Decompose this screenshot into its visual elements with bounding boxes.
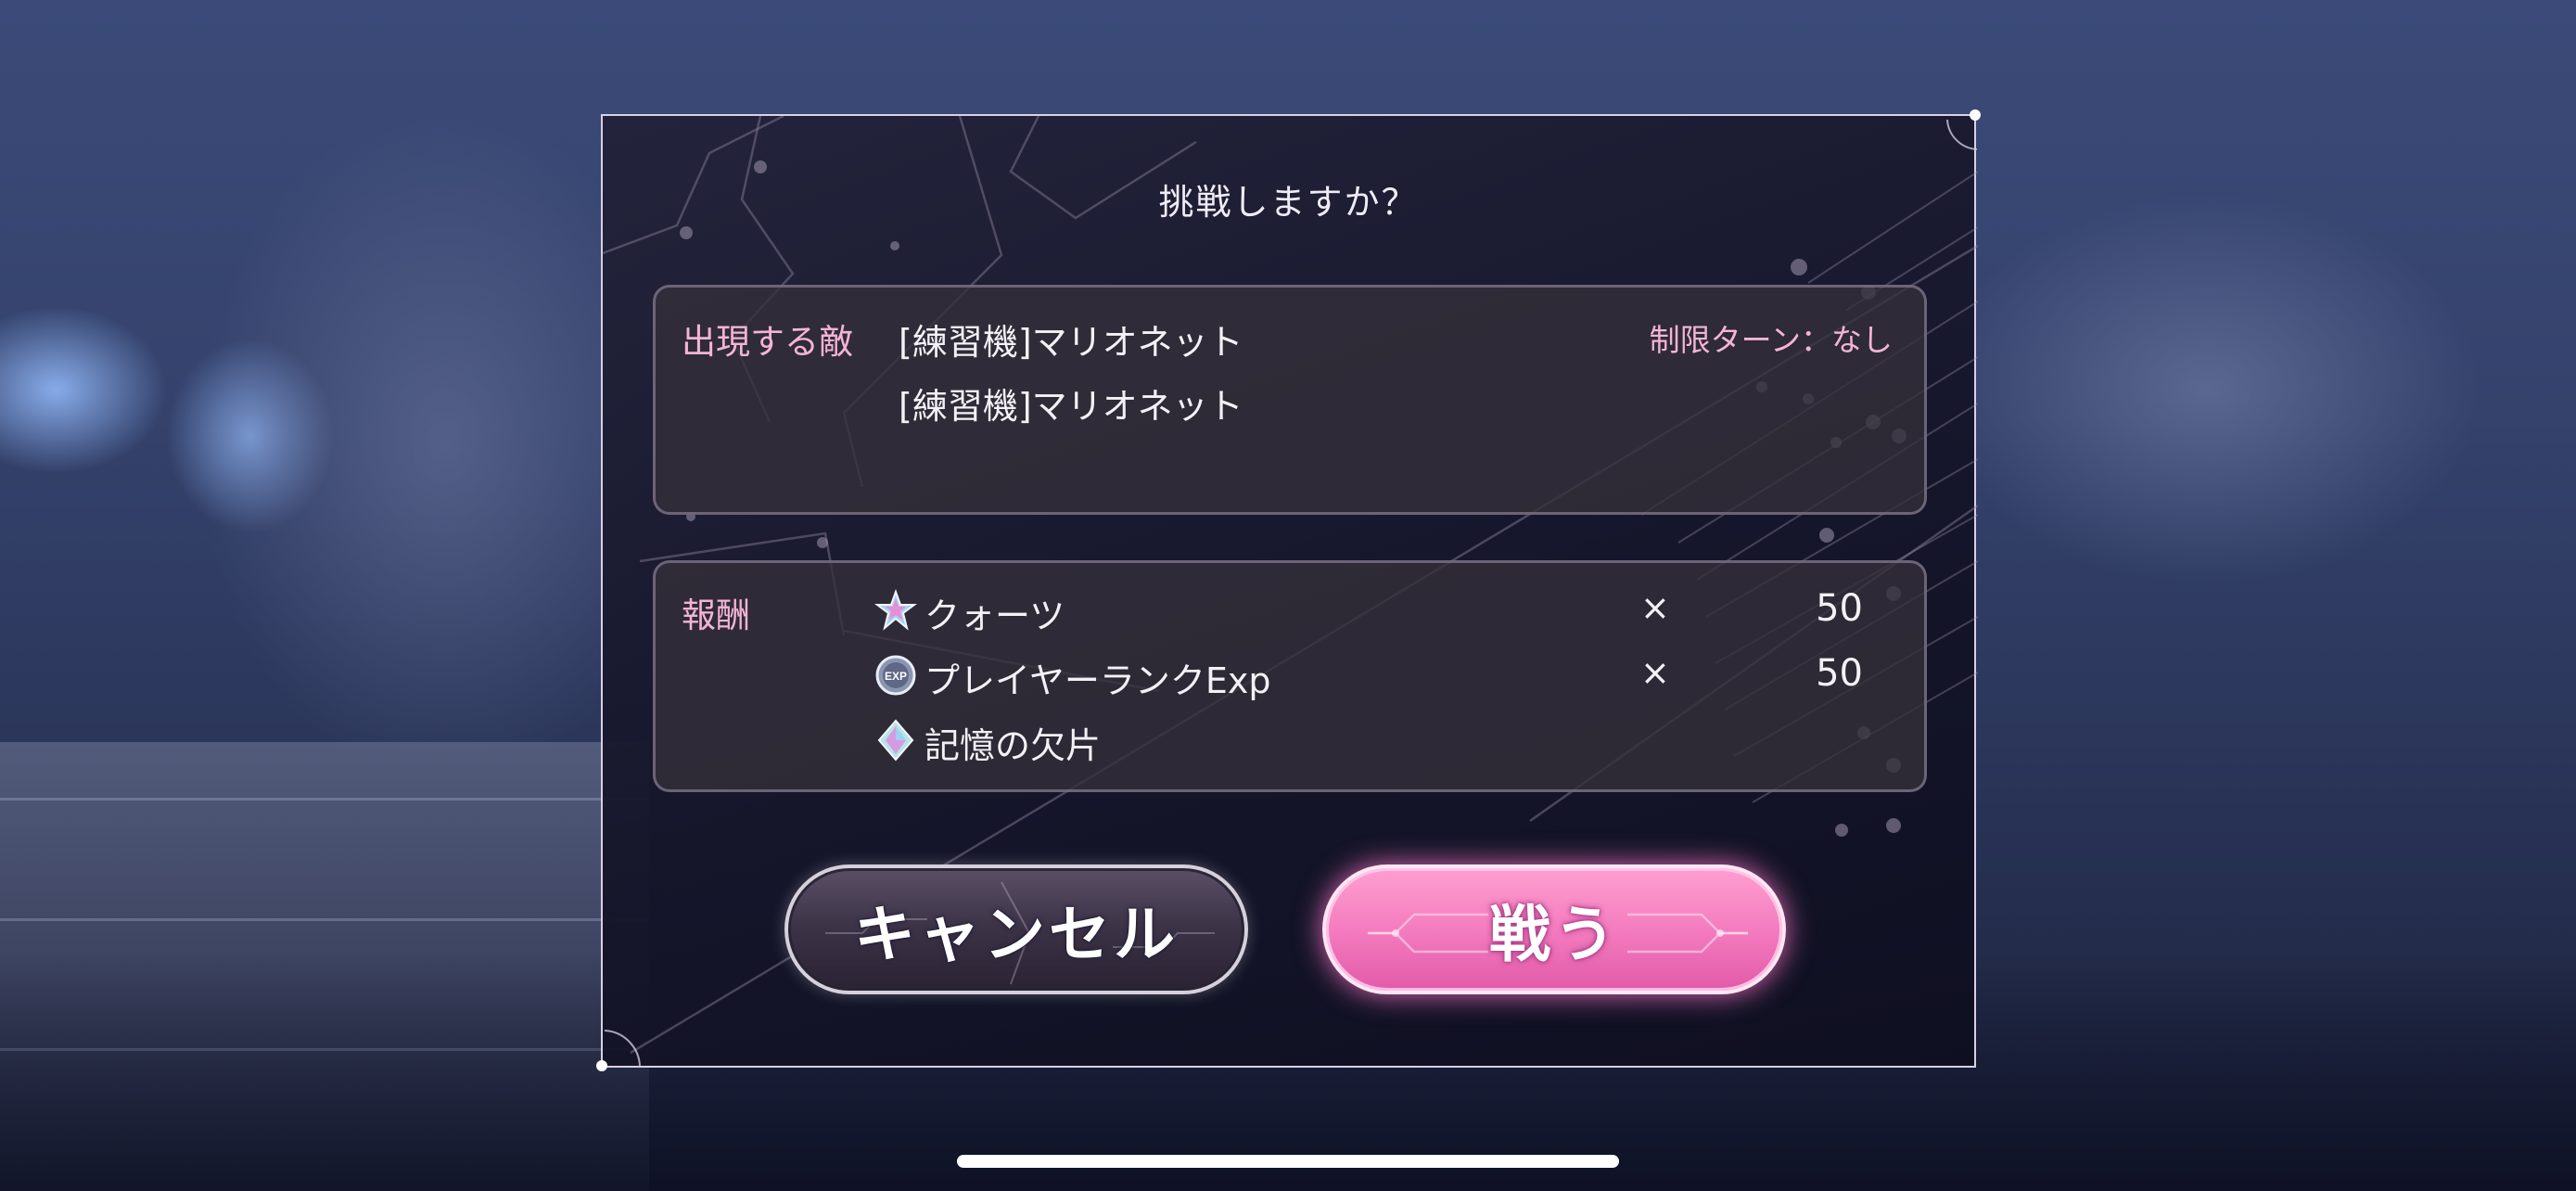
memory-crystal-icon bbox=[877, 719, 914, 762]
exp-coin-icon: EXP bbox=[875, 655, 916, 696]
fight-button[interactable]: 戦う bbox=[1322, 864, 1786, 994]
reward-name-exp: プレイヤーランクExp bbox=[925, 660, 1271, 701]
challenge-dialog: 挑戦しますか？ 出現する敵 [練習機]マリオネット [練習機]マリオネット 制限… bbox=[596, 109, 1981, 1071]
reward-multiplier-exp: × bbox=[1640, 652, 1670, 693]
reward-name-quartz: クォーツ bbox=[925, 596, 1065, 636]
corner-dot-bottom-left bbox=[596, 1060, 607, 1071]
reward-row-memory: 記憶の欠片 bbox=[874, 713, 1894, 766]
enemy-name-2: [練習機]マリオネット bbox=[899, 386, 1243, 427]
dialog-title: 挑戦しますか？ bbox=[1158, 182, 1419, 223]
corner-dot-top-right bbox=[1970, 109, 1981, 121]
reward-row-exp: EXP プレイヤーランクExp × 50 bbox=[874, 648, 1894, 701]
svg-text:EXP: EXP bbox=[885, 670, 907, 683]
turn-limit: 制限ターン：なし bbox=[1649, 322, 1893, 358]
cancel-button-label: キャンセル bbox=[854, 899, 1179, 970]
reward-panel: 報酬 クォーツ × 50 EXP プレイヤーランクExp × 50 記憶の欠片 bbox=[653, 560, 1927, 792]
reward-label: 報酬 bbox=[682, 596, 750, 635]
enemy-label: 出現する敵 bbox=[682, 322, 853, 362]
reward-name-memory: 記憶の欠片 bbox=[925, 725, 1102, 766]
reward-row-quartz: クォーツ × 50 bbox=[874, 583, 1894, 636]
enemy-name-1: [練習機]マリオネット bbox=[899, 322, 1243, 363]
home-indicator[interactable] bbox=[957, 1155, 1619, 1168]
fight-button-label: 戦う bbox=[1489, 899, 1619, 970]
reward-multiplier-quartz: × bbox=[1640, 587, 1670, 628]
enemy-panel: 出現する敵 [練習機]マリオネット [練習機]マリオネット 制限ターン：なし bbox=[653, 285, 1927, 515]
quartz-star-icon bbox=[874, 589, 917, 631]
reward-quantity-quartz: 50 bbox=[1816, 587, 1863, 630]
reward-quantity-exp: 50 bbox=[1816, 652, 1863, 695]
cancel-button[interactable]: キャンセル bbox=[784, 864, 1248, 994]
